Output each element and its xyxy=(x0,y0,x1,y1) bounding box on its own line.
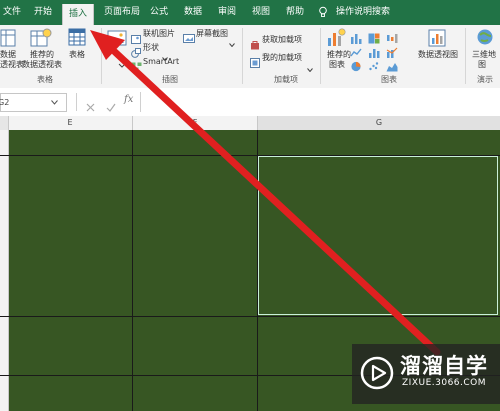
watermark-url: ZIXUE.3066.COM xyxy=(402,378,487,388)
watermark-title: 溜溜自学 xyxy=(400,354,488,378)
watermark-logo: 溜溜自学 ZIXUE.3066.COM xyxy=(352,344,500,404)
play-logo-icon xyxy=(360,356,394,394)
